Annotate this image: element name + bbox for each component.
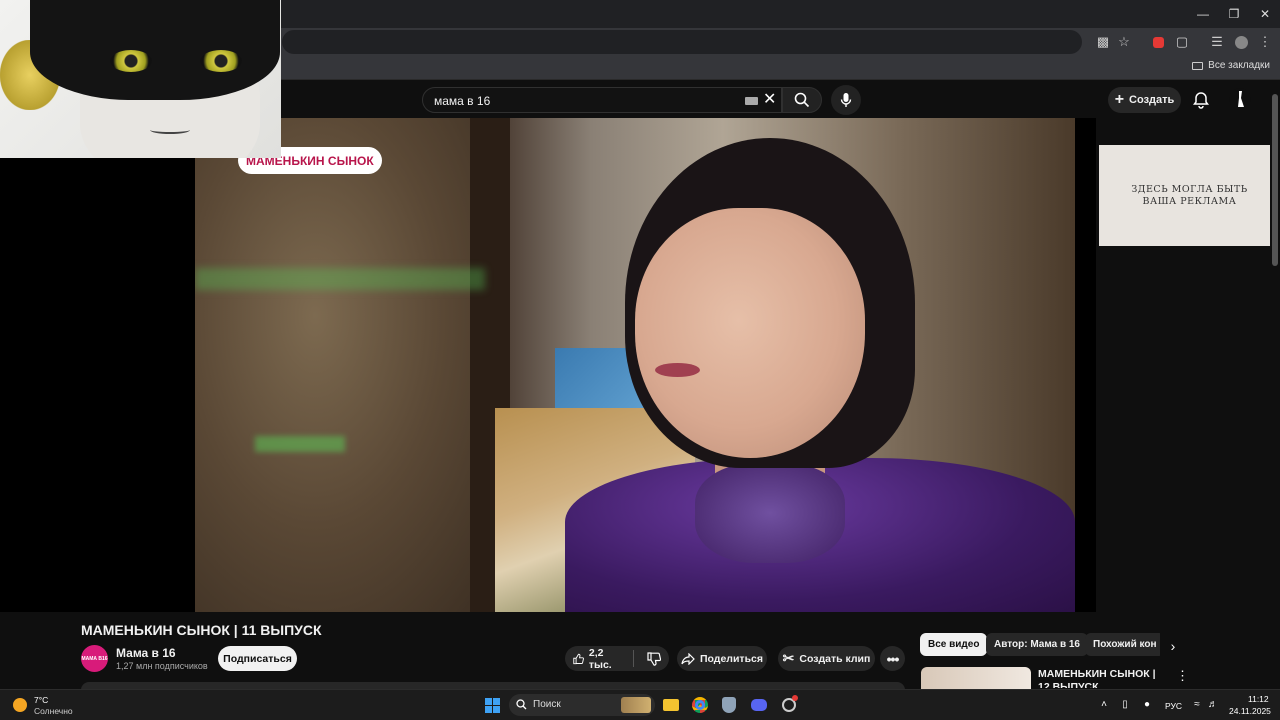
- more-horizontal-icon: •••: [886, 650, 900, 667]
- taskbar-search-icon: [516, 699, 527, 710]
- ad-text-line1: ЗДЕСЬ МОГЛА БЫТЬ: [1131, 183, 1248, 195]
- extension-red-icon[interactable]: [1148, 32, 1168, 52]
- clock-date[interactable]: 24.11.2025: [1229, 706, 1271, 716]
- create-button[interactable]: + Создать: [1108, 87, 1181, 113]
- app-shield-icon[interactable]: [719, 695, 739, 715]
- tray-microphone-icon[interactable]: ●: [1141, 698, 1153, 710]
- like-dislike-group: 2,2 тыс.: [565, 646, 669, 671]
- subscribe-button[interactable]: Подписаться: [218, 646, 297, 671]
- discord-icon[interactable]: [749, 695, 769, 715]
- voice-search-button[interactable]: [831, 85, 861, 115]
- start-button[interactable]: [482, 695, 502, 715]
- windows-logo-icon: [484, 697, 500, 713]
- weather-sun-icon[interactable]: [13, 698, 27, 712]
- scissors-icon: ✂: [782, 650, 795, 666]
- channel-name[interactable]: Мама в 16: [116, 646, 176, 660]
- recommended-video-title[interactable]: МАМЕНЬКИН СЫНОК | 12 ВЫПУСК: [1038, 668, 1158, 688]
- share-button[interactable]: Поделиться: [677, 646, 767, 671]
- ad-text: ЗДЕСЬ МОГЛА БЫТЬ ВАША РЕКЛАМА: [1131, 184, 1247, 208]
- account-avatar[interactable]: [1229, 88, 1251, 110]
- close-window-icon[interactable]: ✕: [1248, 0, 1280, 28]
- weather-temperature[interactable]: 7°C: [34, 695, 48, 705]
- volume-icon[interactable]: ♬: [1207, 698, 1219, 710]
- page-scrollbar[interactable]: [1270, 84, 1280, 688]
- tray-overflow-icon[interactable]: ˄: [1098, 698, 1110, 710]
- create-clip-button[interactable]: ✂ Создать клип: [778, 646, 875, 671]
- like-count: 2,2 тыс.: [588, 646, 612, 671]
- person-lips: [655, 363, 700, 377]
- all-bookmarks-button[interactable]: Все закладки: [1192, 60, 1270, 71]
- taskbar-search-label: Поиск: [533, 699, 561, 710]
- cam-hair: [30, 0, 280, 100]
- bookmark-star-icon[interactable]: ☆: [1114, 32, 1134, 52]
- cam-eye-right: [200, 50, 242, 72]
- keyboard-icon[interactable]: [745, 97, 758, 105]
- browser-menu-icon[interactable]: ⋮: [1255, 32, 1275, 52]
- webcam-overlay: [0, 0, 281, 158]
- chevron-right-icon[interactable]: ›: [1163, 636, 1183, 656]
- weather-description[interactable]: Солнечно: [34, 706, 73, 716]
- minimize-icon[interactable]: —: [1186, 0, 1220, 28]
- search-highlight-image: [621, 697, 651, 713]
- recommended-more-icon[interactable]: ⋮: [1176, 668, 1189, 684]
- notifications-bell-icon[interactable]: [1191, 90, 1211, 110]
- thumbs-down-icon: [647, 651, 661, 666]
- folder-icon: [1192, 61, 1204, 70]
- plus-icon: +: [1114, 91, 1125, 108]
- chip-similar[interactable]: Похожий кон: [1085, 633, 1160, 656]
- install-app-icon[interactable]: ▩: [1093, 32, 1113, 52]
- media-control-icon[interactable]: ☰: [1207, 32, 1227, 52]
- create-label: Создать: [1129, 94, 1175, 106]
- ad-text-line2: ВАША РЕКЛАМА: [1142, 195, 1237, 207]
- chrome-icon[interactable]: [690, 695, 710, 715]
- search-input[interactable]: мама в 16 ✕: [422, 87, 782, 113]
- cam-mouth: [150, 126, 190, 134]
- input-language[interactable]: РУС: [1165, 701, 1182, 711]
- file-explorer-icon[interactable]: [661, 695, 681, 715]
- video-frame[interactable]: [195, 118, 1075, 612]
- share-icon: [681, 652, 695, 665]
- channel-avatar[interactable]: МАМА В16: [81, 645, 108, 672]
- all-bookmarks-label: Все закладки: [1208, 60, 1270, 71]
- like-divider: [633, 650, 634, 667]
- recommendation-chips: Все видео Автор: Мама в 16 Похожий кон: [920, 633, 1160, 657]
- taskbar-search[interactable]: Поиск: [509, 694, 655, 716]
- video-glare: [195, 268, 485, 290]
- recommended-video-thumbnail[interactable]: [921, 667, 1031, 689]
- screen: — ❐ ✕ ▩ ☆ ▢ ☰ ⋮ Все закладки мама в 16 ✕: [0, 0, 1280, 720]
- windows-taskbar: 7°C Солнечно Поиск ˄ ▯ ● РУС ≈ ♬ 11:12 2…: [0, 689, 1280, 720]
- search-button[interactable]: [782, 87, 822, 113]
- thumbs-up-icon: [573, 653, 584, 664]
- battery-icon[interactable]: ▯: [1119, 698, 1131, 710]
- search-icon: [794, 92, 810, 108]
- scrollbar-thumb[interactable]: [1272, 94, 1278, 266]
- clock-time[interactable]: 11:12: [1248, 694, 1269, 704]
- ad-banner[interactable]: ЗДЕСЬ МОГЛА БЫТЬ ВАША РЕКЛАМА: [1099, 145, 1280, 246]
- clear-search-icon[interactable]: ✕: [763, 91, 776, 109]
- wifi-icon[interactable]: ≈: [1191, 698, 1203, 710]
- restore-icon[interactable]: ❐: [1217, 0, 1251, 28]
- subscriber-count: 1,27 млн подписчиков: [116, 661, 208, 671]
- cam-eye-left: [110, 50, 152, 72]
- microphone-icon: [840, 93, 852, 107]
- like-button[interactable]: 2,2 тыс.: [565, 646, 628, 671]
- dislike-button[interactable]: [639, 646, 669, 671]
- person-collar: [695, 463, 845, 563]
- chip-all-videos[interactable]: Все видео: [920, 633, 988, 656]
- address-bar[interactable]: [282, 30, 1082, 54]
- profile-icon[interactable]: [1231, 32, 1251, 52]
- chip-author[interactable]: Автор: Мама в 16: [986, 633, 1088, 656]
- app-notification-icon[interactable]: [779, 695, 799, 715]
- video-background-left: [195, 118, 495, 612]
- extensions-puzzle-icon[interactable]: ▢: [1172, 32, 1192, 52]
- more-actions-button[interactable]: •••: [880, 646, 905, 671]
- video-glare-2: [255, 436, 345, 452]
- video-title: МАМЕНЬКИН СЫНОК | 11 ВЫПУСК: [81, 622, 322, 638]
- search-value: мама в 16: [434, 94, 491, 108]
- share-label: Поделиться: [699, 652, 763, 665]
- person-face: [635, 208, 865, 458]
- clip-label: Создать клип: [799, 652, 871, 665]
